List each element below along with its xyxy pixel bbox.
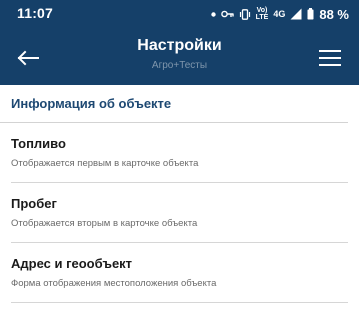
item-title: Пробег [11,196,57,211]
item-description: Форма отображения местоположения объекта [11,278,217,289]
status-time: 11:07 [17,5,54,21]
settings-item-fuel[interactable]: Топливо Отображается первым в карточке о… [11,123,348,183]
item-title: Топливо [11,136,66,151]
key-icon [220,9,234,19]
status-bar: 11:07 Vo) LTE 4G 88 % [0,0,359,28]
page-subtitle: Агро+Тесты [151,60,208,71]
arrow-left-icon [17,50,39,66]
battery-percent: 88 % [319,6,349,22]
settings-list: Информация об объекте Топливо Отображает… [0,85,359,303]
network-4g-label: 4G [273,9,286,19]
title-block: Настройки Агро+Тесты [60,36,299,73]
lte-label: LTE [255,14,269,21]
settings-item-address[interactable]: Адрес и геообъект Форма отображения мест… [11,243,348,303]
dot-icon [210,11,216,17]
settings-item-mileage[interactable]: Пробег Отображается вторым в карточке об… [11,183,348,243]
page-title: Настройки [137,37,222,54]
app-header: 11:07 Vo) LTE 4G 88 % Настройки Агро+Тес… [0,0,359,85]
signal-icon [290,8,302,20]
section-header: Информация об объекте [0,85,348,123]
item-description: Отображается первым в карточке объекта [11,158,199,169]
back-button[interactable] [14,44,42,72]
menu-button[interactable] [317,44,343,72]
volte-label: Vo) [256,7,268,14]
battery-icon [307,8,314,20]
volte-indicator: Vo) LTE [256,7,269,21]
item-title: Адрес и геообъект [11,256,133,271]
item-description: Отображается вторым в карточке объекта [11,218,198,229]
vibrate-icon [239,8,251,20]
hamburger-menu-icon [319,50,341,66]
status-icons: Vo) LTE 4G 88 % [210,4,349,24]
